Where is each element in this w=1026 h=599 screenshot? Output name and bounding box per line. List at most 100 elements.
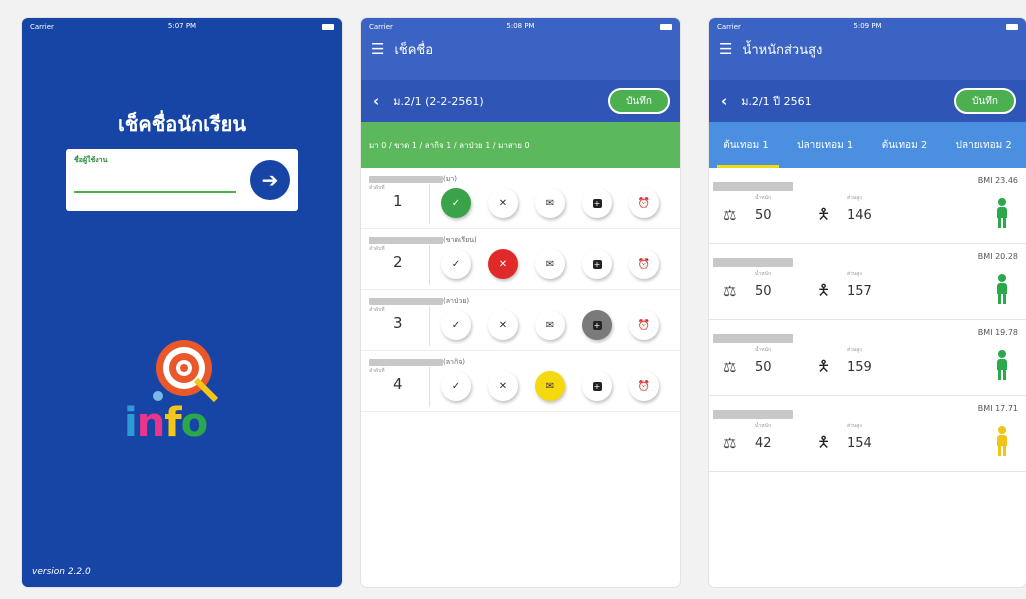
- tab-term2-start[interactable]: ต้นเทอม 2: [880, 138, 929, 153]
- weight-value[interactable]: 50: [755, 284, 772, 299]
- tab-term2-end[interactable]: ปลายเทอม 2: [954, 138, 1014, 153]
- present-button[interactable]: ✓: [441, 188, 471, 218]
- logo-text: info: [124, 400, 208, 446]
- save-button[interactable]: บันทึก: [954, 88, 1016, 114]
- leave-button[interactable]: ✉: [535, 310, 565, 340]
- bmi-value: BMI 17.71: [977, 404, 1018, 413]
- blurred-name: [369, 297, 443, 305]
- late-button[interactable]: ⏰: [629, 371, 659, 401]
- arrow-right-icon: ➔: [261, 168, 279, 192]
- version-label: version 2.2.0: [32, 567, 91, 577]
- class-label: ม.2/1 ปี 2561: [741, 95, 812, 108]
- attendance-screen: Carrier 5:08 PM ☰ เช็คชื่อ ‹ ม.2/1 (2-2-…: [361, 18, 680, 587]
- student-row: (ขาดเรียน) ลำดับที่ 2 ✓ ✕ ✉ + ⏰: [361, 229, 680, 290]
- absent-button[interactable]: ✕: [488, 188, 518, 218]
- height-label: ส่วนสูง: [847, 423, 862, 429]
- number-label: ลำดับที่: [369, 368, 385, 374]
- status-bar: Carrier 5:08 PM: [361, 18, 680, 36]
- height-label: ส่วนสูง: [847, 347, 862, 353]
- sick-button[interactable]: +: [582, 249, 612, 279]
- qinfo-logo: info: [120, 336, 250, 456]
- sick-button[interactable]: +: [582, 310, 612, 340]
- blurred-name: [369, 358, 443, 366]
- app-bar: Carrier 5:09 PM ☰ น้ำหนักส่วนสูง: [709, 18, 1026, 80]
- student-status: (ขาดเรียน): [443, 236, 477, 244]
- bmi-person-icon: [996, 198, 1008, 230]
- weight-label: น้ำหนัก: [755, 271, 771, 277]
- student-status: (ลากิจ): [443, 358, 466, 366]
- height-value[interactable]: 159: [847, 360, 872, 375]
- battery-icon: [322, 24, 334, 30]
- bmi-person-icon: [996, 350, 1008, 382]
- height-person-icon: 🯅: [817, 357, 831, 375]
- menu-icon[interactable]: ☰: [719, 40, 732, 58]
- cross-icon: ✕: [498, 258, 508, 270]
- blurred-name: [713, 258, 793, 267]
- plus-square-icon: +: [592, 198, 602, 208]
- check-icon: ✓: [451, 319, 461, 331]
- late-button[interactable]: ⏰: [629, 249, 659, 279]
- late-button[interactable]: ⏰: [629, 310, 659, 340]
- sick-button[interactable]: +: [582, 188, 612, 218]
- student-row: BMI 20.28 ⚖ น้ำหนัก 50 🯅 ส่วนสูง 157: [709, 244, 1026, 320]
- student-row: (ลาป่วย) ลำดับที่ 3 ✓ ✕ ✉ + ⏰: [361, 290, 680, 351]
- height-value[interactable]: 146: [847, 208, 872, 223]
- blurred-name: [713, 410, 793, 419]
- cross-icon: ✕: [498, 197, 508, 209]
- username-input[interactable]: [74, 171, 236, 193]
- weight-label: น้ำหนัก: [755, 347, 771, 353]
- status-bar: Carrier 5:07 PM: [22, 18, 342, 36]
- scale-icon: ⚖: [723, 282, 737, 300]
- save-button[interactable]: บันทึก: [608, 88, 670, 114]
- height-value[interactable]: 157: [847, 284, 872, 299]
- envelope-icon: ✉: [545, 258, 555, 270]
- login-submit-button[interactable]: ➔: [250, 160, 290, 200]
- tab-term1-start[interactable]: ต้นเทอม 1: [721, 138, 770, 153]
- weight-label: น้ำหนัก: [755, 195, 771, 201]
- bmi-value: BMI 20.28: [977, 252, 1018, 261]
- back-icon[interactable]: ‹: [721, 92, 727, 110]
- back-icon[interactable]: ‹: [373, 92, 379, 110]
- height-value[interactable]: 154: [847, 436, 872, 451]
- student-status: (มา): [443, 175, 458, 183]
- cross-icon: ✕: [498, 319, 508, 331]
- present-button[interactable]: ✓: [441, 310, 471, 340]
- leave-button[interactable]: ✉: [535, 371, 565, 401]
- login-card: ชื่อผู้ใช้งาน ➔: [66, 149, 298, 211]
- present-button[interactable]: ✓: [441, 249, 471, 279]
- late-button[interactable]: ⏰: [629, 188, 659, 218]
- leave-button[interactable]: ✉: [535, 188, 565, 218]
- absent-button[interactable]: ✕: [488, 371, 518, 401]
- envelope-icon: ✉: [545, 380, 555, 392]
- attendance-summary: มา 0 / ขาด 1 / ลากิจ 1 / ลาป่วย 1 / มาสา…: [361, 122, 680, 168]
- term-tabs: ต้นเทอม 1 ปลายเทอม 1 ต้นเทอม 2 ปลายเทอม …: [709, 122, 1026, 168]
- absent-button[interactable]: ✕: [488, 310, 518, 340]
- status-time: 5:09 PM: [853, 22, 882, 30]
- weight-value[interactable]: 50: [755, 208, 772, 223]
- sick-button[interactable]: +: [582, 371, 612, 401]
- plus-square-icon: +: [592, 259, 602, 269]
- scale-icon: ⚖: [723, 206, 737, 224]
- number-label: ลำดับที่: [369, 246, 385, 252]
- absent-button[interactable]: ✕: [488, 249, 518, 279]
- bmi-value: BMI 19.78: [977, 328, 1018, 337]
- envelope-icon: ✉: [545, 197, 555, 209]
- blurred-name: [369, 236, 443, 244]
- tab-term1-end[interactable]: ปลายเทอม 1: [795, 138, 855, 153]
- menu-icon[interactable]: ☰: [371, 40, 384, 58]
- check-icon: ✓: [451, 197, 461, 209]
- alarm-clock-icon: ⏰: [637, 319, 651, 331]
- leave-button[interactable]: ✉: [535, 249, 565, 279]
- student-row: BMI 23.46 ⚖ น้ำหนัก 50 🯅 ส่วนสูง 146: [709, 168, 1026, 244]
- present-button[interactable]: ✓: [441, 371, 471, 401]
- scale-icon: ⚖: [723, 358, 737, 376]
- alarm-clock-icon: ⏰: [637, 258, 651, 270]
- weight-value[interactable]: 42: [755, 436, 772, 451]
- carrier-label: Carrier: [717, 23, 741, 31]
- page-title: เช็คชื่อ: [394, 42, 434, 58]
- student-number: 4: [393, 375, 403, 393]
- student-number: 1: [393, 192, 403, 210]
- height-person-icon: 🯅: [817, 205, 831, 223]
- weight-value[interactable]: 50: [755, 360, 772, 375]
- envelope-icon: ✉: [545, 319, 555, 331]
